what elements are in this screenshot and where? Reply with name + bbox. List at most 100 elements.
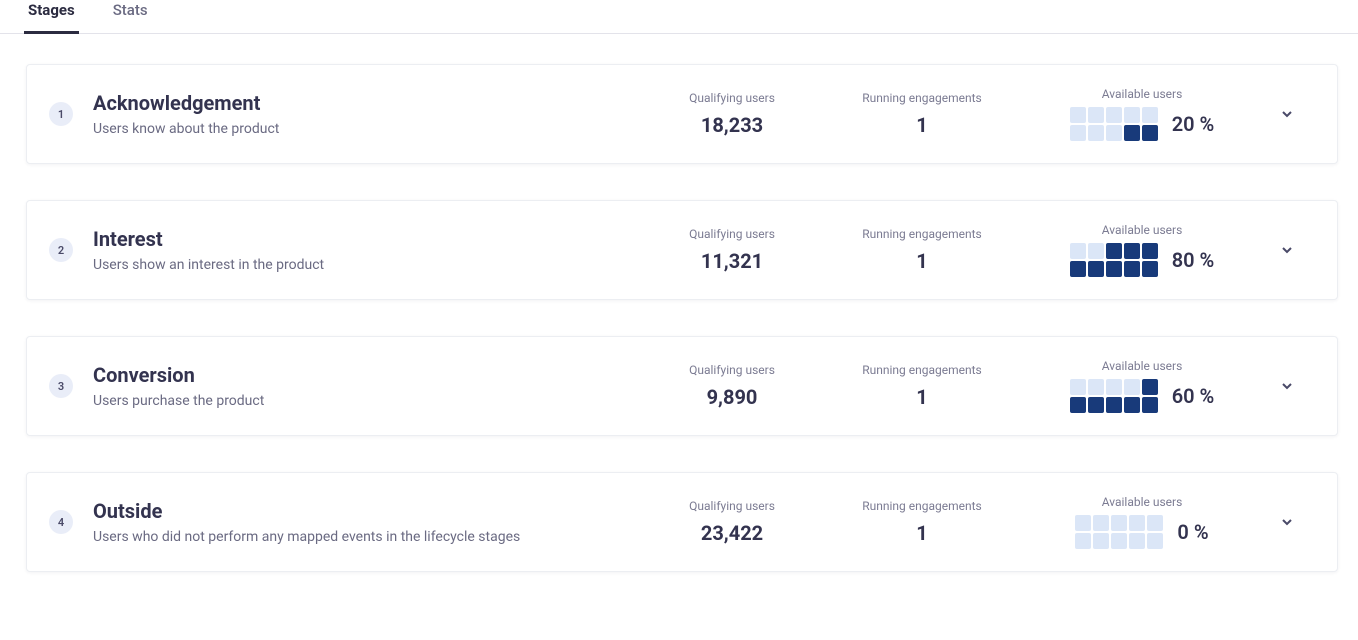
availability-cell (1142, 397, 1158, 413)
metric-label: Qualifying users (637, 91, 827, 105)
availability-cell (1129, 515, 1145, 531)
availability-cell (1075, 515, 1091, 531)
stage-title: Interest (93, 227, 637, 251)
running-engagements-metric: Running engagements 1 (827, 227, 1017, 273)
availability-cell (1093, 533, 1109, 549)
availability-cell (1088, 261, 1104, 277)
availability-cell (1147, 515, 1163, 531)
availability-cell (1070, 261, 1086, 277)
availability-cell (1111, 515, 1127, 531)
metric-label: Available users (1102, 495, 1183, 509)
tab-stats[interactable]: Stats (109, 1, 152, 34)
availability-cell (1124, 397, 1140, 413)
availability-percent: 0 % (1177, 520, 1208, 544)
tabs-bar: Stages Stats (0, 0, 1358, 34)
stage-title-block: Outside Users who did not perform any ma… (93, 499, 637, 545)
metric-value: 23,422 (637, 521, 827, 545)
stage-card-acknowledgement[interactable]: 1 Acknowledgement Users know about the p… (26, 64, 1338, 164)
availability-cell (1088, 125, 1104, 141)
metric-value: 1 (827, 113, 1017, 137)
expand-toggle[interactable] (1267, 513, 1307, 532)
metric-value: 18,233 (637, 113, 827, 137)
availability-cell (1124, 261, 1140, 277)
availability-cell (1142, 125, 1158, 141)
availability-cell (1124, 243, 1140, 259)
availability-cell (1106, 107, 1122, 123)
availability-cell (1088, 397, 1104, 413)
qualifying-users-metric: Qualifying users 11,321 (637, 227, 827, 273)
chevron-down-icon (1281, 513, 1293, 532)
availability-percent: 60 % (1172, 384, 1215, 408)
availability-cell (1075, 533, 1091, 549)
availability-cell (1106, 125, 1122, 141)
qualifying-users-metric: Qualifying users 23,422 (637, 499, 827, 545)
availability-cell (1142, 107, 1158, 123)
availability-cell (1124, 379, 1140, 395)
metric-value: 1 (827, 249, 1017, 273)
stage-title: Acknowledgement (93, 91, 637, 115)
metric-label: Available users (1102, 223, 1183, 237)
stage-title: Outside (93, 499, 637, 523)
available-users-block: Available users 20 % (1017, 87, 1267, 141)
qualifying-users-metric: Qualifying users 18,233 (637, 91, 827, 137)
availability-cell (1124, 107, 1140, 123)
availability-cell (1142, 243, 1158, 259)
chevron-down-icon (1281, 241, 1293, 260)
running-engagements-metric: Running engagements 1 (827, 499, 1017, 545)
metric-value: 1 (827, 521, 1017, 545)
availability-cell (1070, 107, 1086, 123)
availability-grid (1070, 379, 1158, 413)
availability-cell (1106, 243, 1122, 259)
metric-label: Running engagements (827, 227, 1017, 241)
stages-list: 1 Acknowledgement Users know about the p… (0, 34, 1358, 592)
availability-grid (1070, 243, 1158, 277)
availability-cell (1070, 243, 1086, 259)
stage-number-badge: 1 (49, 102, 73, 126)
expand-toggle[interactable] (1267, 241, 1307, 260)
expand-toggle[interactable] (1267, 105, 1307, 124)
stage-card-conversion[interactable]: 3 Conversion Users purchase the product … (26, 336, 1338, 436)
available-users-block: Available users 60 % (1017, 359, 1267, 413)
stage-description: Users purchase the product (93, 393, 637, 409)
availability-cell (1070, 125, 1086, 141)
availability-grid (1075, 515, 1163, 549)
availability-percent: 80 % (1172, 248, 1215, 272)
availability-cell (1142, 379, 1158, 395)
availability-cell (1093, 515, 1109, 531)
metric-value: 1 (827, 385, 1017, 409)
availability-cell (1147, 533, 1163, 549)
metric-label: Running engagements (827, 91, 1017, 105)
available-users-block: Available users 0 % (1017, 495, 1267, 549)
running-engagements-metric: Running engagements 1 (827, 363, 1017, 409)
stage-number-badge: 2 (49, 238, 73, 262)
metric-label: Qualifying users (637, 227, 827, 241)
availability-cell (1106, 379, 1122, 395)
availability-cell (1142, 261, 1158, 277)
stage-card-interest[interactable]: 2 Interest Users show an interest in the… (26, 200, 1338, 300)
availability-cell (1070, 397, 1086, 413)
metric-label: Qualifying users (637, 363, 827, 377)
metric-label: Qualifying users (637, 499, 827, 513)
expand-toggle[interactable] (1267, 377, 1307, 396)
stage-description: Users know about the product (93, 121, 637, 137)
tab-stages[interactable]: Stages (24, 1, 79, 34)
availability-cell (1124, 125, 1140, 141)
available-users-block: Available users 80 % (1017, 223, 1267, 277)
stage-card-outside[interactable]: 4 Outside Users who did not perform any … (26, 472, 1338, 572)
stage-title-block: Acknowledgement Users know about the pro… (93, 91, 637, 137)
availability-cell (1129, 533, 1145, 549)
chevron-down-icon (1281, 105, 1293, 124)
availability-cell (1088, 243, 1104, 259)
availability-cell (1106, 261, 1122, 277)
metric-value: 11,321 (637, 249, 827, 273)
metric-label: Available users (1102, 359, 1183, 373)
stage-title-block: Conversion Users purchase the product (93, 363, 637, 409)
availability-cell (1088, 379, 1104, 395)
metric-label: Running engagements (827, 363, 1017, 377)
metric-value: 9,890 (637, 385, 827, 409)
chevron-down-icon (1281, 377, 1293, 396)
stage-description: Users who did not perform any mapped eve… (93, 529, 637, 545)
availability-percent: 20 % (1172, 112, 1215, 136)
availability-cell (1088, 107, 1104, 123)
stage-title-block: Interest Users show an interest in the p… (93, 227, 637, 273)
